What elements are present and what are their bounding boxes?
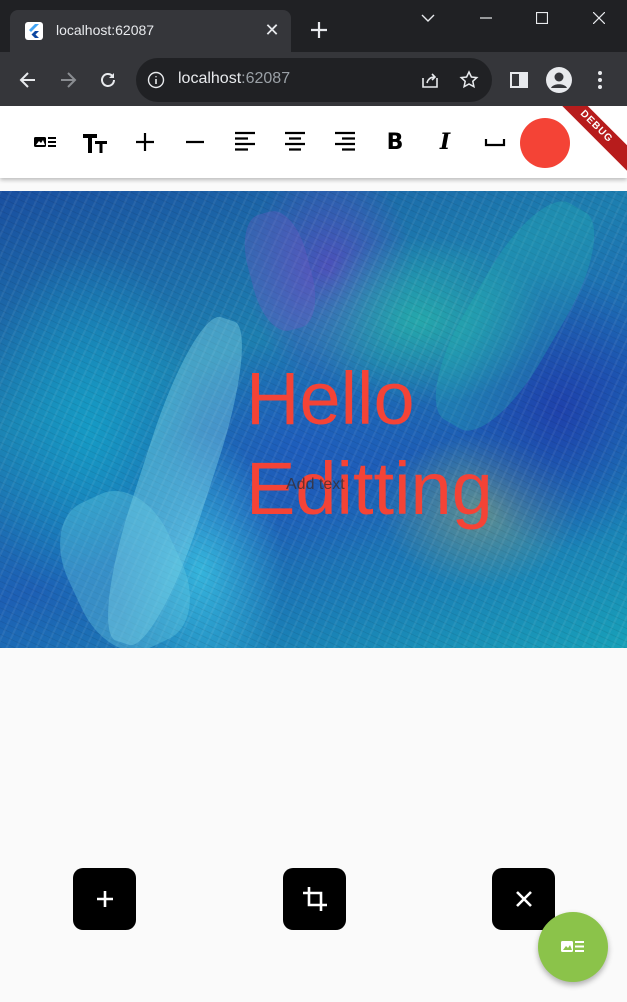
italic-icon[interactable]: I [429,126,461,158]
back-arrow-icon[interactable] [14,66,42,94]
add-button[interactable] [73,868,136,930]
flutter-favicon-icon [25,22,43,40]
add-icon [96,891,113,907]
tab-search-chevron-down-icon[interactable] [400,0,456,36]
canvas-text[interactable]: Hello Editting [246,354,493,534]
side-panel-icon[interactable] [505,66,533,94]
maximize-window-icon[interactable] [514,0,570,36]
crop-icon [302,887,327,911]
browser-menu-icon[interactable] [586,66,614,94]
close-button[interactable] [492,868,555,930]
site-info-icon[interactable] [147,71,165,89]
flutter-app: B I DEBUG Hello Editting Add text [0,106,627,1002]
close-icon [515,891,532,907]
image-text-icon [561,941,584,952]
add-text-hint[interactable]: Add text [286,476,345,494]
align-right-icon[interactable] [329,126,361,158]
forward-arrow-icon[interactable] [54,66,82,94]
bookmark-star-icon[interactable] [458,69,480,91]
close-window-icon[interactable] [571,0,627,36]
bold-icon[interactable]: B [379,126,411,158]
new-tab-plus-icon[interactable] [306,17,332,43]
address-url: localhost:62087 [178,70,290,88]
editor-toolbar: B I [0,106,627,178]
address-host: localhost [178,70,242,87]
address-port: :62087 [241,70,291,87]
space-bar-icon[interactable] [479,126,511,158]
fab-image-text-button[interactable] [538,912,608,982]
tab-close-icon[interactable]: ✕ [262,19,282,41]
profile-avatar-icon[interactable] [545,66,573,94]
image-text-icon[interactable] [29,126,61,158]
browser-tab-strip: localhost:62087 ✕ [0,0,627,52]
decrease-size-remove-icon[interactable] [179,126,211,158]
tab-title: localhost:62087 [56,22,155,38]
text-color-picker[interactable] [520,118,570,168]
align-left-icon[interactable] [229,126,261,158]
minimize-window-icon[interactable] [458,0,514,36]
crop-button[interactable] [283,868,346,930]
image-canvas[interactable]: Hello Editting Add text [0,191,627,648]
browser-tab[interactable]: localhost:62087 ✕ [10,10,291,52]
reload-icon[interactable] [94,66,122,94]
align-center-icon[interactable] [279,126,311,158]
text-size-icon[interactable] [79,126,111,158]
increase-size-add-icon[interactable] [129,126,161,158]
share-icon[interactable] [419,69,441,91]
address-bar[interactable]: localhost:62087 [136,58,492,102]
